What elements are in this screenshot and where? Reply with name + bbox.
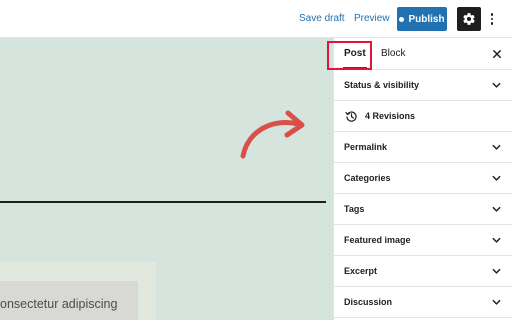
chevron-down-icon [492,82,501,88]
more-vertical-icon-dot [490,22,494,25]
annotation-arrow-icon [240,110,305,159]
publish-button-label: Publish [408,13,445,25]
sidebar-tabs: Post Block [327,38,512,70]
panel-label: Permalink [344,142,388,152]
save-draft-button[interactable]: Save draft [299,0,345,38]
chevron-down-icon [492,237,501,243]
editor-toolbar: Save draft Preview Publish [0,0,512,38]
publish-button[interactable]: Publish [397,7,447,31]
paragraph-block[interactable]: onsectetur adipiscing [0,297,117,311]
history-icon [345,111,357,122]
separator-block[interactable] [0,201,326,203]
panel-label: 4 Revisions [365,111,416,121]
chevron-down-icon [492,144,501,150]
more-options-button[interactable] [485,8,499,30]
chevron-down-icon [492,299,501,305]
editor-canvas[interactable]: onsectetur adipiscing [0,38,333,320]
panel-categories[interactable]: Categories [334,163,512,194]
panel-status-visibility[interactable]: Status & visibility [334,70,512,101]
close-sidebar-button[interactable] [489,46,505,62]
panel-featured-image[interactable]: Featured image [334,225,512,256]
panel-label: Tags [344,204,365,214]
panel-tags[interactable]: Tags [334,194,512,225]
settings-button[interactable] [457,7,481,31]
panel-label: Categories [344,173,391,183]
chevron-down-icon [492,175,501,181]
settings-sidebar: Post Block Status & visibility 4 Revisio… [327,38,512,320]
tab-post[interactable]: Post [343,38,367,69]
publish-status-dot [399,16,405,22]
tab-block[interactable]: Block [381,38,405,69]
panel-label: Discussion [344,297,393,307]
chevron-down-icon [492,206,501,212]
more-vertical-icon [490,13,494,16]
panel-permalink[interactable]: Permalink [334,132,512,163]
chevron-down-icon [492,268,501,274]
panel-label: Status & visibility [344,80,420,90]
panel-label: Featured image [344,235,411,245]
gear-icon [463,13,475,25]
panel-excerpt[interactable]: Excerpt [334,256,512,287]
panel-revisions[interactable]: 4 Revisions [334,101,512,132]
panel-discussion[interactable]: Discussion [334,287,512,318]
preview-button[interactable]: Preview [354,0,390,38]
more-vertical-icon-dot [490,17,494,21]
close-icon [493,50,501,58]
panel-label: Excerpt [344,266,378,276]
